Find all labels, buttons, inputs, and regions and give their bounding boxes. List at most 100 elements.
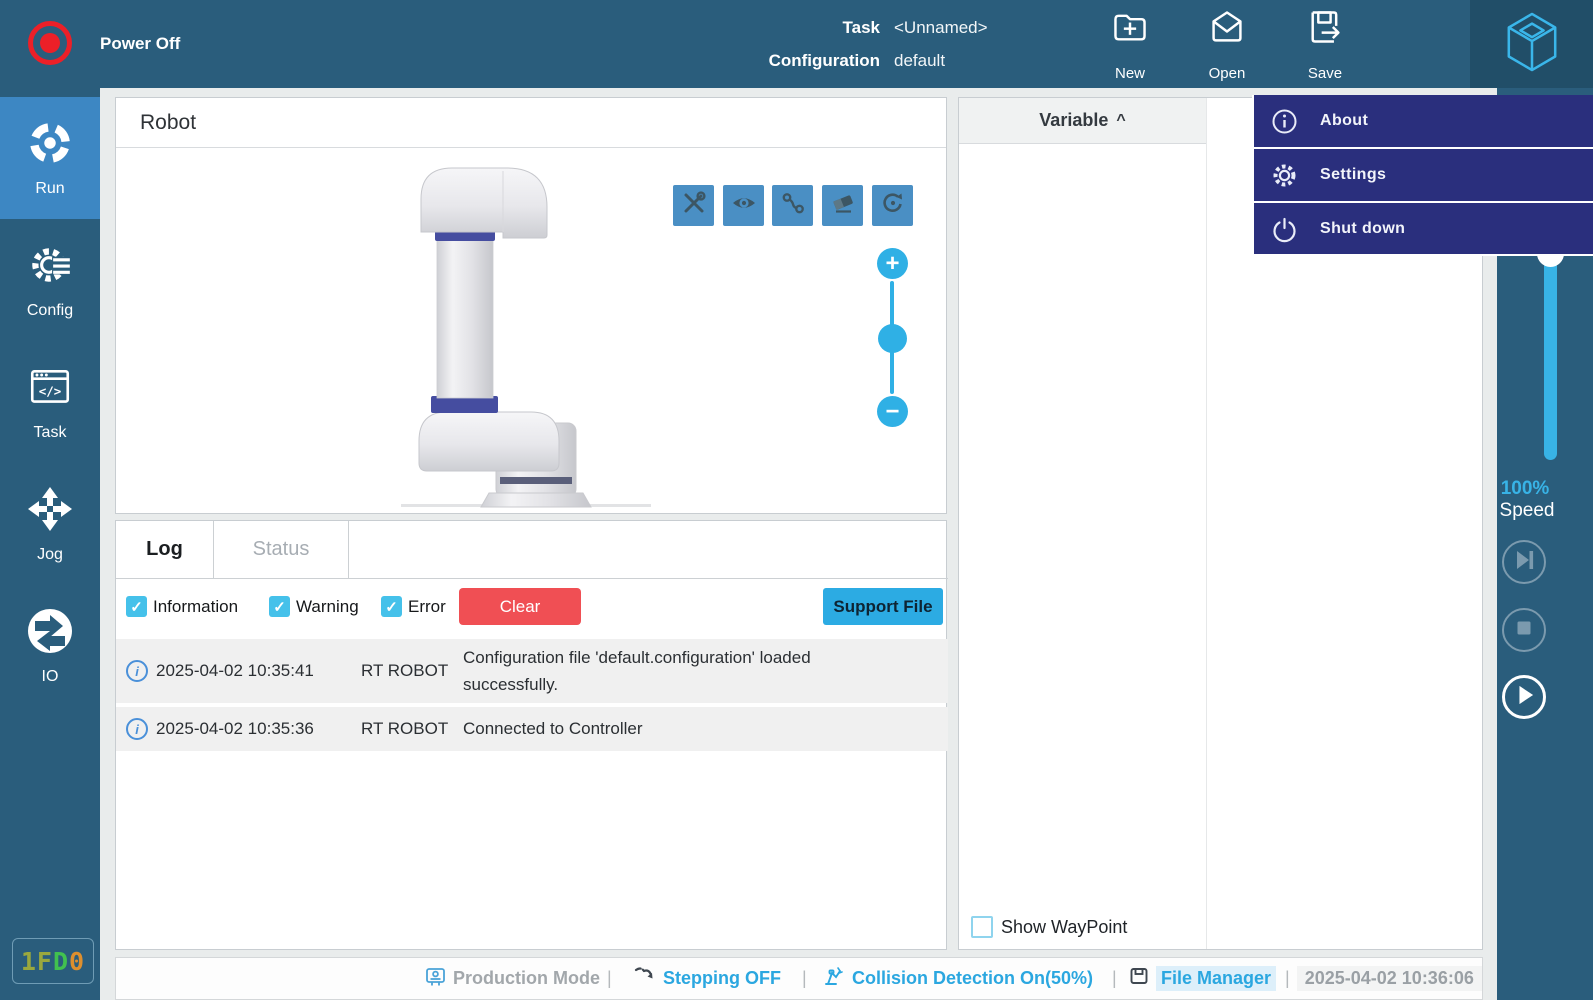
menu-label-shutdown: Shut down [1320,220,1405,238]
minus-icon: − [885,400,899,424]
brand-cube-logo [1503,10,1561,79]
info-icon: i [126,660,148,682]
run-target-icon [26,119,74,172]
log-source: RT ROBOT [361,661,448,681]
menu-item-shutdown[interactable]: Shut down [1254,201,1593,255]
play-icon [1504,675,1544,720]
collision-detection-icon [823,965,845,992]
sidebar-item-run[interactable]: Run [0,97,100,219]
task-code-window-icon: </> [26,363,74,416]
robot-reset-view-button[interactable] [872,185,913,226]
zoom-in-button[interactable]: + [877,248,908,279]
robot-view-panel: Robot [115,97,947,514]
topbar: Power Off Task <Unnamed> Configuration d… [0,0,1593,88]
robot-3d-model[interactable] [381,141,681,511]
show-waypoint-control[interactable]: Show WayPoint [971,916,1127,938]
eye-icon [731,190,757,221]
error-checkbox[interactable] [381,596,402,617]
power-icon [1270,216,1298,243]
filter-error[interactable]: Error [381,578,446,635]
app-dropdown-menu: About Settings Shut down [1252,95,1593,256]
tab-status[interactable]: Status [214,521,348,578]
statusbar-separator: | [607,968,612,989]
config-gear-icon [26,241,74,294]
support-file-button[interactable]: Support File [823,588,943,625]
statusbar-separator: | [1112,968,1117,989]
variable-panel-header[interactable]: Variable ^ [959,98,1206,144]
speed-slider-track[interactable] [1544,248,1557,460]
show-waypoint-checkbox[interactable] [971,916,993,938]
sidebar-item-task[interactable]: </> Task [0,341,100,463]
statusbar-timestamp: 2025-04-02 10:36:06 [1297,966,1482,991]
clear-log-button[interactable]: Clear [459,588,581,625]
sidebar-label-config: Config [27,302,73,320]
gear-icon [1270,162,1298,189]
badge-part: 1F [21,947,53,976]
file-manager-icon [1129,966,1149,991]
stepping-label: Stepping OFF [663,968,781,989]
open-task-button[interactable]: Open [1190,8,1264,82]
warning-checkbox[interactable] [269,596,290,617]
task-value: <Unnamed> [894,18,988,38]
sidebar-item-jog[interactable]: Jog [0,463,100,585]
log-message: Configuration file 'default.configuratio… [463,644,893,698]
robot-path-button[interactable] [772,185,813,226]
save-task-button[interactable]: Save [1288,8,1362,82]
production-mode-label: Production Mode [453,968,600,989]
robot-visibility-button[interactable] [723,185,764,226]
new-label: New [1115,65,1145,82]
eraser-icon [830,190,856,221]
task-config-info: Task <Unnamed> Configuration default [742,11,1072,77]
controller-code-badge: 1FD0 [12,938,94,984]
save-file-icon [1306,8,1344,51]
new-file-icon [1111,8,1149,51]
rotate-reset-icon [880,190,906,221]
log-entry-row[interactable]: i 2025-04-02 10:35:41 RT ROBOT Configura… [116,639,948,703]
app-menu-button[interactable] [1470,0,1593,88]
production-mode-icon [425,966,446,992]
path-icon [780,190,806,221]
play-button[interactable] [1502,675,1546,719]
filter-information[interactable]: Information [126,578,238,635]
collapse-caret-icon: ^ [1116,112,1125,130]
sidebar-item-config[interactable]: Config [0,219,100,341]
log-message: Connected to Controller [463,715,893,742]
error-label: Error [408,597,446,617]
tab-log[interactable]: Log [116,521,213,578]
log-entry-row[interactable]: i 2025-04-02 10:35:36 RT ROBOT Connected… [116,707,948,751]
open-label: Open [1209,65,1246,82]
robot-erase-button[interactable] [822,185,863,226]
menu-item-settings[interactable]: Settings [1254,147,1593,201]
sidebar-item-io[interactable]: IO [0,585,100,707]
file-manager-label[interactable]: File Manager [1156,966,1276,991]
stop-button[interactable] [1502,608,1546,652]
power-status-label: Power Off [100,0,180,88]
statusbar-separator: | [802,968,807,989]
step-next-button[interactable] [1502,540,1546,584]
information-checkbox[interactable] [126,596,147,617]
save-label: Save [1308,65,1342,82]
skip-next-icon [1502,538,1546,587]
badge-part: 0 [69,947,85,976]
sidebar-label-run: Run [35,180,64,198]
zoom-out-button[interactable]: − [877,396,908,427]
menu-label-about: About [1320,112,1368,130]
statusbar-separator: | [1285,968,1290,989]
power-status-icon [40,33,60,53]
new-task-button[interactable]: New [1093,8,1167,82]
robot-tools-button[interactable] [673,185,714,226]
menu-item-about[interactable]: About [1254,95,1593,147]
show-waypoint-label: Show WayPoint [1001,917,1127,938]
warning-label: Warning [296,597,359,617]
power-button[interactable] [28,21,72,65]
zoom-slider-knob[interactable] [878,324,907,353]
tools-icon [681,190,707,221]
filter-warning[interactable]: Warning [269,578,359,635]
collision-detection-label: Collision Detection On(50%) [852,968,1093,989]
configuration-value: default [894,51,945,71]
open-file-icon [1208,8,1246,51]
info-icon [1270,108,1298,135]
robot-panel-title: Robot [140,111,196,135]
sidebar: Run Config </> [0,88,100,1000]
file-manager-status[interactable]: File Manager | 2025-04-02 10:36:06 [1129,958,1482,999]
